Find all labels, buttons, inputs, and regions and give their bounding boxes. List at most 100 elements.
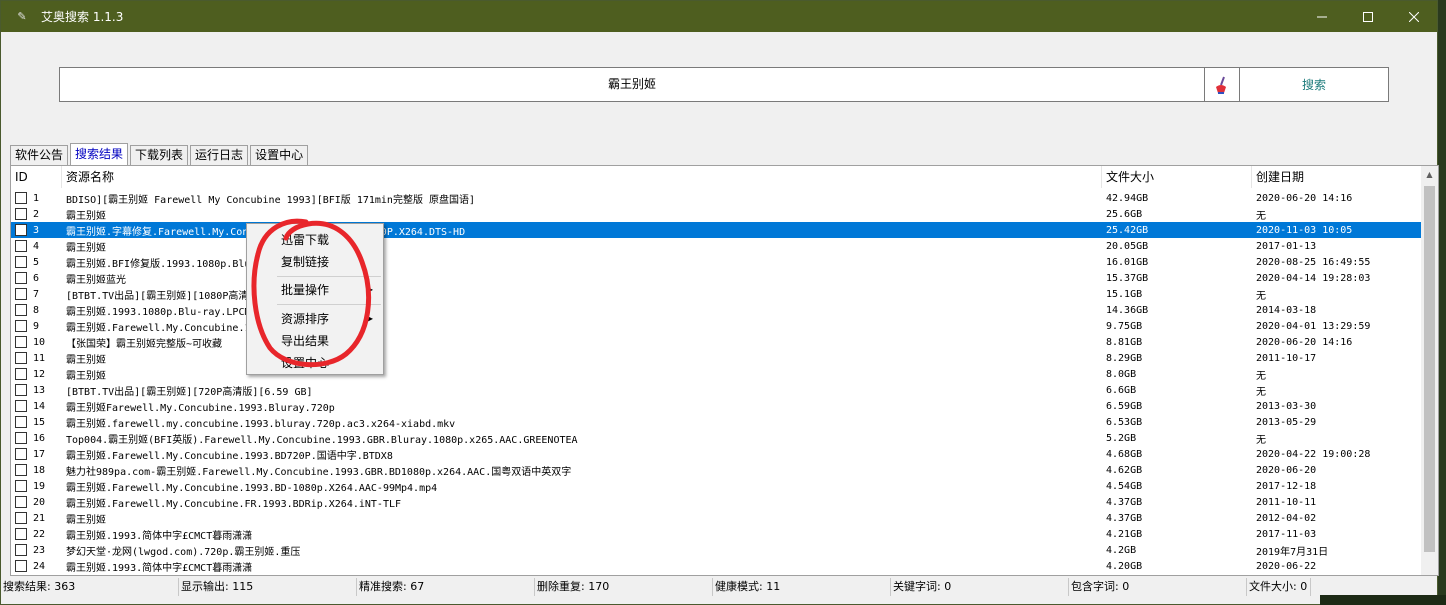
table-row[interactable]: 5 霸王别姬.BFI修复版.1993.1080p.BluRay 16.01GB 202… xyxy=(11,254,1422,270)
row-checkbox[interactable] xyxy=(15,272,27,284)
search-input[interactable]: 霸王别姬 xyxy=(59,67,1205,102)
menu-sort[interactable]: 资源排序 ▶ xyxy=(247,308,383,330)
menu-export[interactable]: 导出结果 xyxy=(247,330,383,352)
row-checkbox[interactable] xyxy=(15,544,27,556)
row-checkbox[interactable] xyxy=(15,464,27,476)
row-checkbox[interactable] xyxy=(15,384,27,396)
window-title: 艾奥搜索 1.1.3 xyxy=(41,10,124,24)
row-id-cell: 21 xyxy=(11,512,62,524)
status-dedup: 删除重复: 170 xyxy=(535,578,713,596)
table-row[interactable]: 11 霸王别姬 8.29GB 2011-10-17 xyxy=(11,350,1422,366)
row-checkbox[interactable] xyxy=(15,304,27,316)
app-window: ✎ 艾奥搜索 1.1.3 霸王别姬 搜索 软件公告 搜索结果 下载列表 运行日志… xyxy=(0,0,1439,605)
col-date-header[interactable]: 创建日期 xyxy=(1252,166,1422,188)
row-name: 霸王别姬.1993.简体中字£CMCT暮雨潇潇 xyxy=(66,530,253,542)
row-name: 霸王别姬 xyxy=(66,354,106,366)
row-id-cell: 2 xyxy=(11,208,62,220)
col-size-header[interactable]: 文件大小 xyxy=(1102,166,1252,188)
row-checkbox[interactable] xyxy=(15,224,27,236)
table-row[interactable]: 20 霸王别姬.Farewell.My.Concubine.FR.1993.BDR… xyxy=(11,494,1422,510)
row-date: 2020-06-20 xyxy=(1256,464,1317,476)
row-checkbox[interactable] xyxy=(15,528,27,540)
search-button[interactable]: 搜索 xyxy=(1240,67,1389,102)
table-row[interactable]: 14 霸王别姬Farewell.My.Concubine.1993.Bluray.… xyxy=(11,398,1422,414)
row-checkbox[interactable] xyxy=(15,208,27,220)
row-checkbox[interactable] xyxy=(15,352,27,364)
table-row[interactable]: 19 霸王别姬.Farewell.My.Concubine.1993.BD-108… xyxy=(11,478,1422,494)
row-checkbox[interactable] xyxy=(15,192,27,204)
menu-separator xyxy=(277,304,381,305)
table-row[interactable]: 13 [BTBT.TV出品][霸王别姬][720P高清版][6.59 GB] 6.6… xyxy=(11,382,1422,398)
row-date: 2020-08-25 16:49:55 xyxy=(1256,256,1371,268)
row-checkbox[interactable] xyxy=(15,496,27,508)
minimize-button[interactable] xyxy=(1299,1,1345,32)
table-row[interactable]: 7 [BTBT.TV出品][霸王别姬][1080P高清版] 15.1GB 无 xyxy=(11,286,1422,302)
tab-run-log[interactable]: 运行日志 xyxy=(190,145,249,165)
row-checkbox[interactable] xyxy=(15,432,27,444)
row-id: 3 xyxy=(33,224,40,236)
row-size: 20.05GB xyxy=(1106,240,1149,252)
table-row[interactable]: 16 Top004.霸王别姬(BFI英版).Farewell.My.Concubi… xyxy=(11,430,1422,446)
row-checkbox[interactable] xyxy=(15,288,27,300)
row-size: 6.53GB xyxy=(1106,416,1143,428)
table-row[interactable]: 6 霸王别姬蓝光 15.37GB 2020-04-14 19:28:03 xyxy=(11,270,1422,286)
clear-button[interactable] xyxy=(1205,67,1240,102)
submenu-arrow-icon: ▶ xyxy=(366,285,373,294)
table-row[interactable]: 3 霸王别姬.字幕修复.Farewell.My.Concubine.1993.Bl… xyxy=(11,222,1422,238)
scroll-up-icon[interactable]: ▲ xyxy=(1421,166,1438,183)
table-row[interactable]: 21 霸王别姬 4.37GB 2012-04-02 xyxy=(11,510,1422,526)
table-row[interactable]: 15 霸王别姬.farewell.my.concubine.1993.bluray… xyxy=(11,414,1422,430)
scroll-thumb[interactable] xyxy=(1424,186,1435,552)
row-checkbox[interactable] xyxy=(15,448,27,460)
table-row[interactable]: 17 霸王别姬.Farewell.My.Concubine.1993.BD720P… xyxy=(11,446,1422,462)
row-id-cell: 13 xyxy=(11,384,62,396)
menu-thunder-download[interactable]: 迅雷下载 xyxy=(247,229,383,251)
table-row[interactable]: 22 霸王别姬.1993.简体中字£CMCT暮雨潇潇 4.21GB 2017-11-0… xyxy=(11,526,1422,542)
results-table: 1 BDISO][霸王别姬 Farewell My Concubine 1993]… xyxy=(11,190,1422,574)
table-row[interactable]: 10 【张国荣】霸王别姬完整版~可收藏 8.81GB 2020-06-20 14:16 xyxy=(11,334,1422,350)
row-date: 2020-04-22 19:00:28 xyxy=(1256,448,1371,460)
close-button[interactable] xyxy=(1391,1,1437,32)
row-checkbox[interactable] xyxy=(15,368,27,380)
col-id-header[interactable]: ID xyxy=(11,166,62,188)
maximize-icon xyxy=(1363,11,1373,22)
row-checkbox[interactable] xyxy=(15,560,27,572)
menu-copy-link[interactable]: 复制链接 xyxy=(247,251,383,273)
table-header: ID 资源名称 文件大小 创建日期 xyxy=(11,166,1422,188)
row-checkbox[interactable] xyxy=(15,480,27,492)
maximize-button[interactable] xyxy=(1345,1,1391,32)
table-row[interactable]: 23 梦幻天堂·龙网(lwgod.com).720p.霸王别姬.重压 4.2GB 20… xyxy=(11,542,1422,558)
row-date: 2013-03-30 xyxy=(1256,400,1317,412)
vertical-scrollbar[interactable]: ▲ xyxy=(1421,166,1438,575)
row-size: 25.6GB xyxy=(1106,208,1143,220)
table-row[interactable]: 8 霸王别姬.1993.1080p.Blu-ray.LPCM.x264-BTDX8… xyxy=(11,302,1422,318)
row-checkbox[interactable] xyxy=(15,400,27,412)
row-date: 无 xyxy=(1256,370,1266,382)
row-size: 8.81GB xyxy=(1106,336,1143,348)
row-checkbox[interactable] xyxy=(15,512,27,524)
row-name: 霸王别姬.Farewell.My.Concubine.1993.BD1080P.… xyxy=(66,322,383,334)
col-name-header[interactable]: 资源名称 xyxy=(62,166,1102,188)
row-id: 22 xyxy=(33,528,46,540)
row-checkbox[interactable] xyxy=(15,256,27,268)
row-checkbox[interactable] xyxy=(15,240,27,252)
row-size: 42.94GB xyxy=(1106,192,1149,204)
table-row[interactable]: 9 霸王别姬.Farewell.My.Concubine.1993.BD1080P… xyxy=(11,318,1422,334)
table-row[interactable]: 24 霸王别姬.1993.简体中字£CMCT暮雨潇潇 4.20GB 2020-06-2… xyxy=(11,558,1422,574)
row-name: Top004.霸王别姬(BFI英版).Farewell.My.Concubine… xyxy=(66,434,578,446)
menu-settings[interactable]: 设置中心 xyxy=(247,352,383,374)
tab-announcement[interactable]: 软件公告 xyxy=(10,145,69,165)
tab-download-list[interactable]: 下载列表 xyxy=(130,145,189,165)
table-row[interactable]: 4 霸王别姬 20.05GB 2017-01-13 xyxy=(11,238,1422,254)
table-row[interactable]: 1 BDISO][霸王别姬 Farewell My Concubine 1993]… xyxy=(11,190,1422,206)
row-size: 6.6GB xyxy=(1106,384,1137,396)
row-checkbox[interactable] xyxy=(15,336,27,348)
tab-settings[interactable]: 设置中心 xyxy=(250,145,309,165)
table-row[interactable]: 18 魅力社989pa.com-霸王别姬.Farewell.My.Concubin… xyxy=(11,462,1422,478)
row-checkbox[interactable] xyxy=(15,320,27,332)
menu-batch-ops[interactable]: 批量操作 ▶ xyxy=(247,279,383,301)
row-checkbox[interactable] xyxy=(15,416,27,428)
tab-search-results[interactable]: 搜索结果 xyxy=(70,143,129,165)
table-row[interactable]: 2 霸王别姬 25.6GB 无 xyxy=(11,206,1422,222)
table-row[interactable]: 12 霸王别姬 8.0GB 无 xyxy=(11,366,1422,382)
